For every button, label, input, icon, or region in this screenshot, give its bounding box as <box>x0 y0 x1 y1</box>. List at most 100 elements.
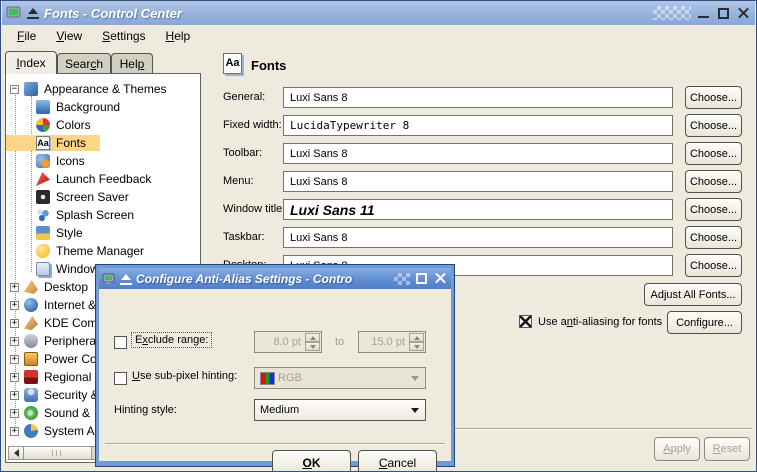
menu-view[interactable]: View <box>47 27 91 45</box>
tab-search[interactable]: Search <box>57 53 111 74</box>
font-row-fixed-width: Fixed width: LucidaTypewriter 8 Choose..… <box>206 115 752 139</box>
expand-icon[interactable]: + <box>10 409 19 418</box>
hinting-style-dropdown[interactable]: Medium <box>254 399 426 421</box>
choose-button-desktop[interactable]: Choose... <box>685 254 742 277</box>
font-preview-window-title[interactable]: Luxi Sans 11 <box>283 199 673 220</box>
font-preview-toolbar[interactable]: Luxi Sans 8 <box>283 143 673 164</box>
choose-button-toolbar[interactable]: Choose... <box>685 142 742 165</box>
sidebar-item-appearance-themes[interactable]: − Appearance & Themes <box>6 80 200 98</box>
sub-pixel-hinting-label: Use sub-pixel hinting: <box>132 370 237 382</box>
control-center-window: Fonts - Control Center File View Setting… <box>0 0 757 472</box>
menu-file[interactable]: File <box>8 27 45 45</box>
scroll-left-icon[interactable] <box>9 447 24 459</box>
font-row-window-title: Window title: Luxi Sans 11 Choose... <box>206 199 752 223</box>
sub-pixel-hinting-checkbox[interactable] <box>114 372 127 385</box>
anti-alias-dialog: Configure Anti-Alias Settings - Contro E… <box>95 264 455 467</box>
sidebar-item-splash-screen[interactable]: Splash Screen <box>6 206 200 224</box>
launch-feedback-icon <box>36 172 50 186</box>
apply-button[interactable]: Apply <box>654 437 700 461</box>
font-preview-fixed-width[interactable]: LucidaTypewriter 8 <box>283 115 673 136</box>
font-preview-general[interactable]: Luxi Sans 8 <box>283 87 673 108</box>
security-icon <box>24 388 38 402</box>
window-title: Fonts - Control Center <box>44 6 648 21</box>
colors-icon <box>36 118 50 132</box>
rgb-stripes-icon <box>260 372 275 385</box>
anti-aliasing-checkbox[interactable] <box>519 315 532 328</box>
expand-icon[interactable]: + <box>10 337 19 346</box>
close-button[interactable] <box>736 6 751 21</box>
sidebar-item-style[interactable]: Style <box>6 224 200 242</box>
theme-manager-icon <box>36 244 50 258</box>
icons-icon <box>36 154 50 168</box>
exclude-range-checkbox[interactable] <box>114 336 127 349</box>
menubar: File View Settings Help <box>2 25 755 47</box>
titlebar-pattern <box>653 6 691 20</box>
collapse-icon[interactable]: − <box>10 85 19 94</box>
choose-button-fixed-width[interactable]: Choose... <box>685 114 742 137</box>
choose-button-menu[interactable]: Choose... <box>685 170 742 193</box>
fonts-module-icon: Aa <box>223 53 242 74</box>
tab-help[interactable]: Help <box>111 53 153 74</box>
menu-help[interactable]: Help <box>157 27 200 45</box>
expand-icon[interactable]: + <box>10 391 19 400</box>
sub-pixel-order-dropdown[interactable]: RGB <box>254 367 426 389</box>
spinner-arrows-icon[interactable] <box>409 333 424 351</box>
choose-button-taskbar[interactable]: Choose... <box>685 226 742 249</box>
sidebar-item-background[interactable]: Background <box>6 98 200 116</box>
kde-components-icon <box>24 316 38 330</box>
font-row-menu: Menu: Luxi Sans 8 Choose... <box>206 171 752 195</box>
shade-button-icon[interactable] <box>120 273 132 285</box>
range-to-spinner[interactable]: 15.0 pt <box>358 331 426 353</box>
dialog-close-button[interactable] <box>433 271 448 286</box>
choose-button-window-title[interactable]: Choose... <box>685 198 742 221</box>
sidebar-item-icons[interactable]: Icons <box>6 152 200 170</box>
font-row-toolbar: Toolbar: Luxi Sans 8 Choose... <box>206 143 752 167</box>
fonts-icon: Aa <box>36 136 50 150</box>
screen-saver-icon <box>36 190 50 204</box>
cancel-button[interactable]: Cancel <box>358 450 437 472</box>
style-icon <box>36 226 50 240</box>
sidebar-item-theme-manager[interactable]: Theme Manager <box>6 242 200 260</box>
appearance-icon <box>24 82 38 96</box>
minimize-button[interactable] <box>696 6 711 21</box>
regional-icon <box>24 370 38 384</box>
font-row-general: General: Luxi Sans 8 Choose... <box>206 87 752 111</box>
hinting-style-label: Hinting style: <box>114 404 177 416</box>
expand-icon[interactable]: + <box>10 301 19 310</box>
sidebar-item-screen-saver[interactable]: Screen Saver <box>6 188 200 206</box>
sidebar-item-colors[interactable]: Colors <box>6 116 200 134</box>
tab-index[interactable]: Index <box>5 51 57 74</box>
titlebar-pattern <box>394 273 410 285</box>
choose-button-general[interactable]: Choose... <box>685 86 742 109</box>
internet-icon <box>24 298 38 312</box>
window-titlebar: Fonts - Control Center <box>2 1 755 25</box>
ok-button[interactable]: OK <box>272 450 351 472</box>
font-preview-menu[interactable]: Luxi Sans 8 <box>283 171 673 192</box>
maximize-button[interactable] <box>716 6 731 21</box>
spinner-arrows-icon[interactable] <box>305 333 320 351</box>
menu-settings[interactable]: Settings <box>93 27 154 45</box>
dialog-maximize-button[interactable] <box>414 271 429 286</box>
adjust-all-fonts-button[interactable]: Adjust All Fonts... <box>644 283 742 306</box>
system-administration-icon <box>24 424 38 438</box>
sidebar-item-fonts[interactable]: Aa Fonts <box>6 134 200 152</box>
font-preview-taskbar[interactable]: Luxi Sans 8 <box>283 227 673 248</box>
expand-icon[interactable]: + <box>10 283 19 292</box>
expand-icon[interactable]: + <box>10 319 19 328</box>
sound-icon <box>24 406 38 420</box>
expand-icon[interactable]: + <box>10 355 19 364</box>
reset-button[interactable]: Reset <box>704 437 750 461</box>
shade-button-icon[interactable] <box>27 7 39 19</box>
selected-highlight: Aa Fonts <box>6 135 100 151</box>
expand-icon[interactable]: + <box>10 373 19 382</box>
range-to-label: to <box>335 336 344 348</box>
expand-icon[interactable]: + <box>10 427 19 436</box>
configure-button[interactable]: Configure... <box>667 311 742 334</box>
sidebar-item-launch-feedback[interactable]: Launch Feedback <box>6 170 200 188</box>
font-row-taskbar: Taskbar: Luxi Sans 8 Choose... <box>206 227 752 251</box>
exclude-range-label: Exclude range: <box>131 332 212 348</box>
range-from-spinner[interactable]: 8.0 pt <box>254 331 322 353</box>
dialog-separator <box>105 443 445 445</box>
control-center-icon <box>102 272 116 286</box>
scrollbar-thumb[interactable] <box>24 447 92 459</box>
